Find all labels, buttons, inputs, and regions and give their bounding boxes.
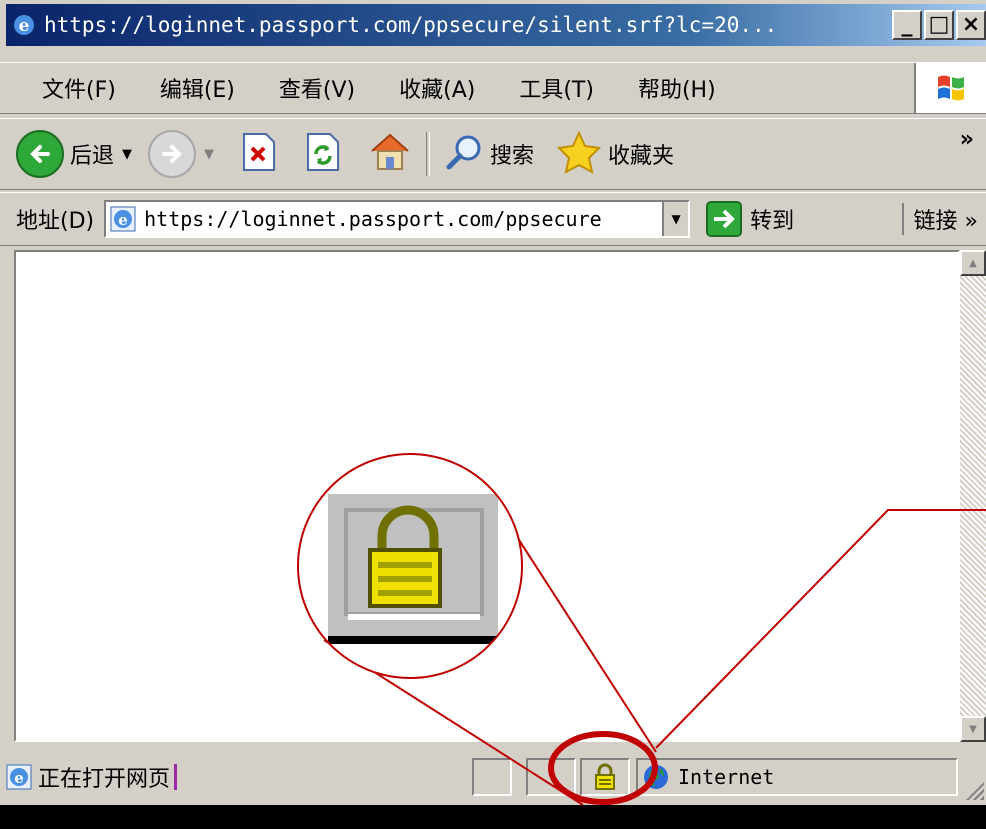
favorites-button[interactable]: 收藏夹 [556,130,674,178]
back-label: 后退 [70,144,115,169]
scroll-down-icon[interactable]: ▼ [960,716,986,742]
minimize-button[interactable]: _ [892,10,922,40]
scroll-up-icon[interactable]: ▲ [960,250,986,276]
svg-text:e: e [19,16,30,36]
menu-favorites[interactable]: 收藏(A) [399,72,475,104]
back-dropdown-icon[interactable]: ▼ [122,147,132,162]
go-label: 转到 [750,209,795,234]
status-pane-empty-1 [472,758,512,796]
stop-button[interactable] [242,132,276,176]
forward-button[interactable]: ▼ [148,130,214,178]
menu-help[interactable]: 帮助(H) [638,72,716,104]
toolbar-more-icon[interactable]: » [960,127,974,152]
search-button[interactable]: 搜索 [444,132,534,176]
go-arrow-icon [706,201,743,237]
search-label: 搜索 [490,144,535,169]
star-icon [556,130,602,178]
address-input[interactable]: e https://loginnet.passport.com/ppsecure… [104,200,691,238]
links-button[interactable]: 链接 » [901,203,978,235]
status-pane-empty-2 [526,758,576,796]
address-label: 地址(D) [16,209,95,234]
title-bar[interactable]: e https://loginnet.passport.com/ppsecure… [6,4,986,46]
status-text: 正在打开网页 [38,767,171,792]
favorites-label: 收藏夹 [608,144,675,169]
status-page-icon: e [6,764,32,790]
back-button[interactable]: 后退 ▼ [16,130,132,178]
progress-indicator [174,764,178,790]
menu-edit[interactable]: 编辑(E) [160,72,235,104]
standard-toolbar: 后退 ▼ ▼ 搜索 收藏夹 » [0,118,986,190]
page-content [14,250,960,742]
close-button[interactable]: × [956,10,986,40]
forward-dropdown-icon[interactable]: ▼ [204,147,214,162]
menu-view[interactable]: 查看(V) [279,72,355,104]
address-bar: 地址(D) e https://loginnet.passport.com/pp… [0,192,986,246]
refresh-icon [306,132,340,176]
status-bar: e 正在打开网页 Internet [0,752,986,802]
stop-icon [242,132,276,176]
home-button[interactable] [368,131,412,177]
windows-logo-icon [914,63,986,113]
forward-arrow-icon [148,130,197,178]
menu-tools[interactable]: 工具(T) [519,72,594,104]
refresh-button[interactable] [306,132,340,176]
window-title: https://loginnet.passport.com/ppsecure/s… [44,13,778,37]
menu-bar: 文件(F) 编辑(E) 查看(V) 收藏(A) 工具(T) 帮助(H) [0,62,986,114]
address-url: https://loginnet.passport.com/ppsecure [144,207,602,231]
page-icon: e [110,206,136,232]
maximize-button[interactable]: □ [924,10,954,40]
go-button[interactable]: 转到 [706,201,794,237]
resize-grip-icon[interactable] [964,780,984,800]
toolbar-separator [426,132,431,176]
lock-icon[interactable] [594,763,616,791]
svg-text:e: e [118,211,128,229]
address-dropdown-icon[interactable]: ▼ [662,202,689,236]
search-icon [444,132,484,176]
zone-pane: Internet [636,758,958,796]
security-pane[interactable] [580,758,630,796]
browser-window: e https://loginnet.passport.com/ppsecure… [0,0,986,805]
vertical-scrollbar[interactable]: ▲ ▼ [960,250,986,742]
menu-file[interactable]: 文件(F) [42,72,116,104]
ie-icon: e [12,13,36,37]
zone-text: Internet [678,765,775,789]
home-icon [368,131,412,177]
svg-text:e: e [14,769,24,787]
status-pane: e 正在打开网页 [2,758,474,796]
globe-icon [642,763,670,791]
back-arrow-icon [16,130,64,178]
